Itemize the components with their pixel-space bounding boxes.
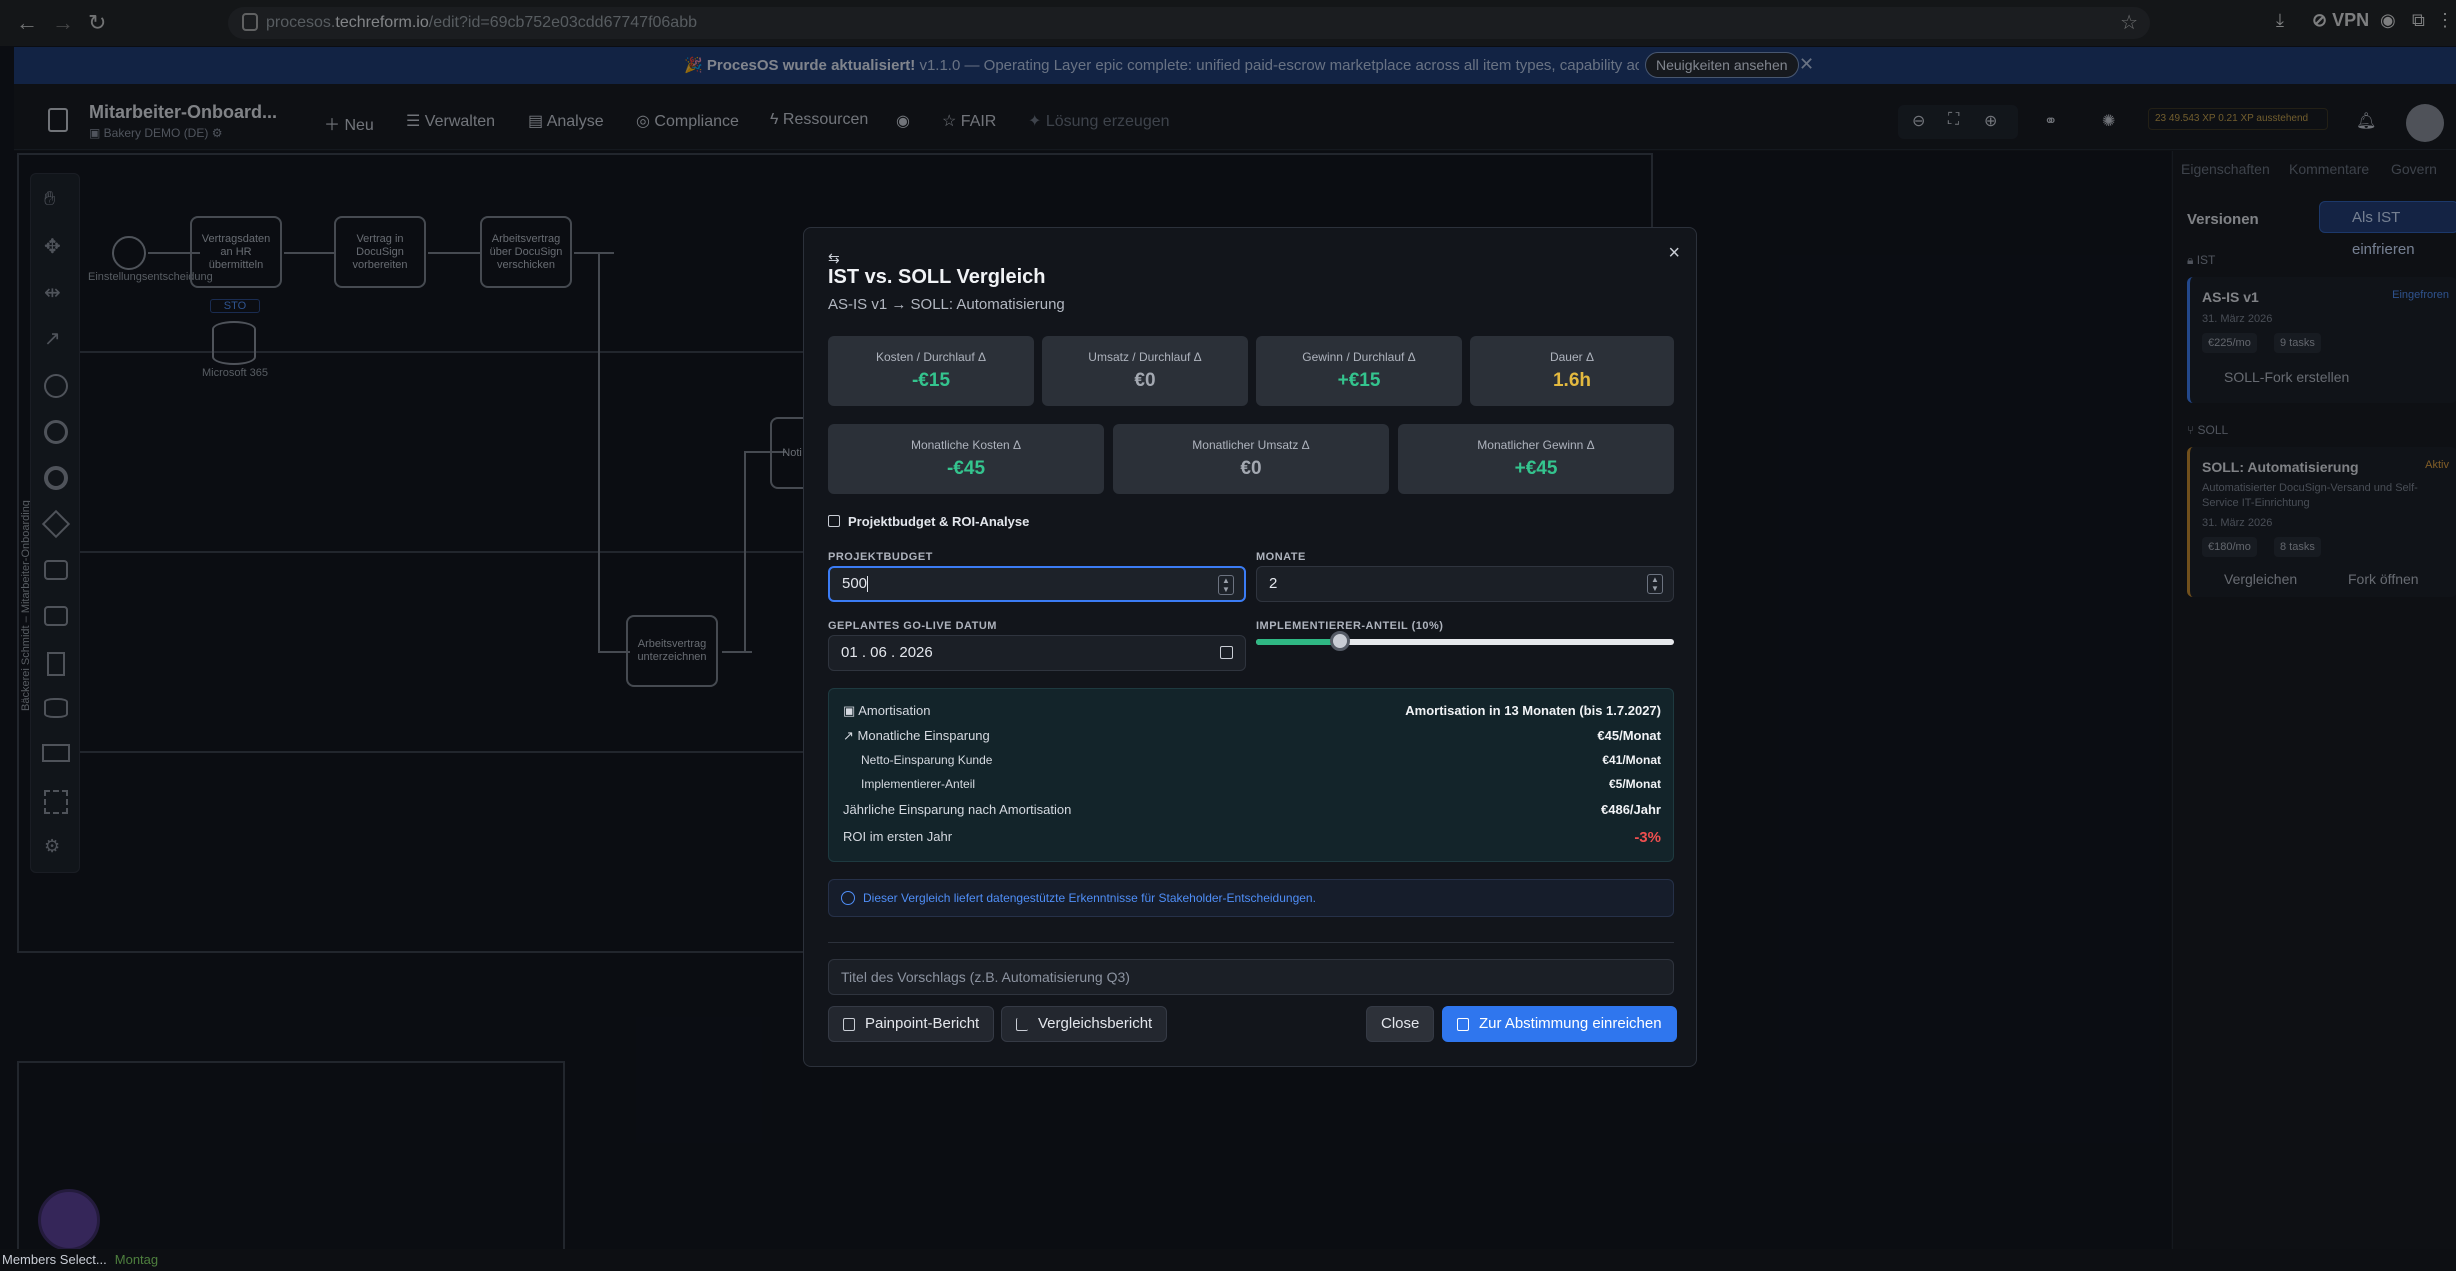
proposal-title-input[interactable]: Titel des Vorschlags (z.B. Automatisieru… [828, 959, 1674, 995]
kpi-label: Monatlicher Gewinn Δ [1477, 438, 1595, 452]
send-icon [1457, 1018, 1469, 1031]
info-icon [841, 891, 855, 905]
kpi-revenue-per-run: Umsatz / Durchlauf Δ €0 [1042, 336, 1248, 406]
kpi-cost-per-run: Kosten / Durchlauf Δ -€15 [828, 336, 1034, 406]
kpi-value: +€45 [1514, 458, 1558, 479]
kpi-monthly-profit: Monatlicher Gewinn Δ +€45 [1398, 424, 1674, 494]
comparison-report-button[interactable]: Vergleichsbericht [1001, 1006, 1168, 1042]
status-right: Montag [114, 1252, 159, 1267]
golive-label: GEPLANTES GO-LIVE DATUM [828, 620, 997, 632]
slider-thumb[interactable] [1330, 631, 1350, 651]
monthly-savings-row: ↗ Monatliche Einsparung €45/Monat [843, 728, 1661, 743]
months-input[interactable]: 2 ▲ ▼ [1256, 566, 1674, 602]
kpi-label: Monatlicher Umsatz Δ [1192, 438, 1310, 452]
slider-fill [1256, 639, 1340, 645]
budget-input[interactable]: 500 ▲ ▼ [828, 566, 1246, 602]
kpi-label: Umsatz / Durchlauf Δ [1088, 350, 1202, 364]
net-savings-row: Netto-Einsparung Kunde €41/Monat [861, 753, 1661, 767]
kpi-value: 1.6h [1552, 370, 1592, 391]
comparison-dialog: ⇆ × IST vs. SOLL Vergleich AS-IS v1 → SO… [803, 227, 1697, 1067]
kpi-profit-per-run: Gewinn / Durchlauf Δ +€15 [1256, 336, 1462, 406]
kpi-label: Dauer Δ [1549, 350, 1595, 364]
painpoint-report-button[interactable]: Painpoint-Bericht [828, 1006, 995, 1042]
budget-section-title: Projektbudget & ROI-Analyse [828, 514, 1029, 529]
budget-stepper[interactable]: ▲ ▼ [1218, 575, 1234, 595]
kpi-value: -€15 [911, 370, 951, 391]
divider [828, 942, 1674, 943]
trending-up-icon: ↗ [843, 728, 858, 743]
implementer-share-slider[interactable] [1256, 631, 1674, 651]
months-stepper[interactable]: ▲ ▼ [1647, 574, 1663, 594]
implementer-share-label: IMPLEMENTIERER-ANTEIL (10%) [1256, 620, 1444, 632]
compare-icon: ⇆ [828, 250, 840, 266]
implementer-share-row: Implementierer-Anteil €5/Monat [861, 777, 1661, 791]
calendar-icon [828, 515, 840, 527]
kpi-label: Gewinn / Durchlauf Δ [1302, 350, 1416, 364]
kpi-value: €0 [1240, 458, 1262, 479]
dialog-close-icon[interactable]: × [1668, 242, 1680, 265]
golive-date-input[interactable]: 01 . 06 . 2026 [828, 635, 1246, 671]
kpi-duration: Dauer Δ 1.6h [1470, 336, 1674, 406]
kpi-value: +€15 [1337, 370, 1381, 391]
kpi-value: €0 [1134, 370, 1156, 391]
bar-chart-icon [1016, 1018, 1028, 1031]
dialog-title: IST vs. SOLL Vergleich [828, 266, 1046, 288]
date-picker-icon[interactable] [1220, 646, 1233, 659]
kpi-monthly-cost: Monatliche Kosten Δ -€45 [828, 424, 1104, 494]
kpi-value: -€45 [946, 458, 986, 479]
calendar-icon: ▣ [843, 703, 859, 718]
kpi-label: Monatliche Kosten Δ [910, 438, 1022, 452]
amortisation-panel: ▣ Amortisation Amortisation in 13 Monaten… [828, 688, 1674, 862]
kpi-label: Kosten / Durchlauf Δ [875, 350, 987, 364]
document-icon [843, 1018, 855, 1031]
kpi-monthly-revenue: Monatlicher Umsatz Δ €0 [1113, 424, 1389, 494]
roi-row: ROI im ersten Jahr -3% [843, 829, 1661, 846]
yearly-savings-row: Jährliche Einsparung nach Amortisation €4… [843, 802, 1661, 817]
submit-vote-button[interactable]: Zur Abstimmung einreichen [1442, 1006, 1677, 1042]
status-bar: Members Select... Montag [0, 1249, 2456, 1271]
info-callout: Dieser Vergleich liefert datengestützte … [828, 879, 1674, 917]
amortisation-row: ▣ Amortisation Amortisation in 13 Monaten… [843, 703, 1661, 718]
dialog-subtitle: AS-IS v1 → SOLL: Automatisierung [828, 296, 1065, 313]
budget-label: PROJEKTBUDGET [828, 551, 933, 563]
close-button[interactable]: Close [1366, 1006, 1435, 1042]
status-left: Members Select... [2, 1252, 107, 1267]
months-label: MONATE [1256, 551, 1306, 563]
